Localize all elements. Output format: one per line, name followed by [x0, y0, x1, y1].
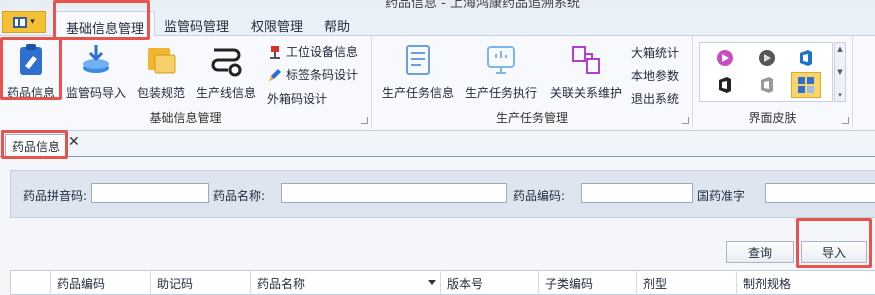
relation-maintenance-button[interactable]: 关联关系维护 [546, 40, 626, 101]
scroll-up-icon[interactable]: ▲ [837, 45, 842, 53]
skin-vs-purple[interactable] [714, 47, 736, 69]
packaging-spec-button[interactable]: 包装规范 [133, 40, 189, 101]
production-task-info-button[interactable]: 生产任务信息 [380, 40, 456, 101]
column-header-dosage-form[interactable]: 剂型 [637, 271, 737, 295]
label-barcode-design-label: 标签条码设计 [286, 68, 359, 82]
group-production-task: 生产任务信息 生产任务执行 关联关系维护 大箱统计 本地参数 退出系统 生产任务… [372, 36, 693, 129]
outer-box-code-design-button[interactable]: 外箱码设计 [267, 90, 327, 107]
large-box-stats-button[interactable]: 大箱统计 [631, 44, 679, 61]
ribbon-panel: 药品信息 监管码导入 包装规范 生产线信息 工位设备信息 标签条码设计 外箱码设… [0, 36, 875, 131]
column-header-subclass-code[interactable]: 子类编码 [539, 271, 637, 295]
local-params-button[interactable]: 本地参数 [631, 67, 679, 84]
group-production-task-label: 生产任务管理 [495, 111, 568, 125]
flag-icon [268, 45, 282, 59]
skin-office-black[interactable] [714, 74, 736, 96]
import-button[interactable]: 导入 [801, 241, 867, 263]
pen-icon [268, 68, 282, 82]
drug-name-input[interactable] [281, 183, 507, 203]
gallery-expand-icon[interactable]: ▾ [838, 91, 842, 99]
drug-code-label: 药品编码: [513, 189, 566, 203]
group-basic-info-label: 基础信息管理 [149, 111, 222, 125]
column-header-drug-name[interactable]: 药品名称 [251, 271, 441, 295]
drug-name-header-label: 药品名称 [257, 277, 306, 291]
query-button[interactable]: 查询 [726, 241, 794, 263]
drug-name-label: 药品名称: [213, 189, 266, 203]
group-basic-info: 药品信息 监管码导入 包装规范 生产线信息 工位设备信息 标签条码设计 外箱码设… [0, 36, 372, 129]
row-indicator-header [11, 271, 51, 295]
import-icon [78, 42, 114, 78]
drug-info-button[interactable]: 药品信息 [4, 40, 58, 101]
window-title: 药品信息 - 上海鸿康药品追溯系统 [385, 0, 580, 8]
production-line-label: 生产线信息 [195, 86, 256, 100]
task-list-icon [400, 42, 436, 78]
approval-number-label: 国药准字 [697, 189, 746, 203]
close-icon[interactable]: ✕ [68, 134, 80, 150]
relation-icon [568, 42, 604, 78]
pinyin-code-label: 药品拼音码: [23, 189, 88, 203]
pinyin-code-input[interactable] [91, 183, 209, 203]
chevron-down-icon: ▾ [30, 17, 35, 27]
approval-number-input[interactable] [765, 183, 875, 203]
doc-tab-drug-info[interactable]: 药品信息 [5, 134, 68, 158]
ribbon-tab-row: ▾ 基础信息管理 监管码管理 权限管理 帮助 [0, 8, 875, 44]
column-header-spec[interactable]: 制剂规格 [737, 271, 875, 295]
skin-gallery-scrollbar[interactable]: ▲ ▼ ▾ [834, 42, 846, 102]
production-line-icon [208, 42, 244, 78]
drug-grid-header: 药品编码 助记码 药品名称 版本号 子类编码 剂型 制剂规格 [10, 270, 875, 295]
app-menu-button[interactable]: ▾ [2, 11, 46, 33]
main-content: 药品拼音码: 药品名称: 药品编码: 国药准字 查询 导入 药品编码 助记码 药… [0, 157, 875, 295]
exit-system-button[interactable]: 退出系统 [631, 90, 679, 107]
production-task-exec-label: 生产任务执行 [464, 86, 537, 100]
packaging-spec-label: 包装规范 [136, 86, 185, 100]
column-header-drug-code[interactable]: 药品编码 [51, 271, 151, 295]
title-bar: 药品信息 - 上海鸿康药品追溯系统 [0, 0, 875, 8]
group-launcher-icon[interactable] [361, 117, 368, 124]
relation-maintenance-label: 关联关系维护 [549, 86, 622, 100]
column-header-mnemonic[interactable]: 助记码 [151, 271, 251, 295]
skin-metro-selected[interactable] [791, 72, 821, 98]
package-icon [143, 42, 179, 78]
skin-office-blue[interactable] [795, 47, 817, 69]
label-barcode-design-button[interactable]: 标签条码设计 [268, 66, 358, 83]
drug-code-input[interactable] [581, 183, 693, 203]
group-launcher-icon[interactable] [842, 117, 849, 124]
document-tab-strip: 药品信息 ✕ [0, 131, 875, 158]
monitor-icon [483, 42, 519, 78]
filter-panel: 药品拼音码: 药品名称: 药品编码: 国药准字 [10, 170, 875, 218]
production-task-exec-button[interactable]: 生产任务执行 [462, 40, 540, 101]
group-skin-label: 界面皮肤 [748, 111, 797, 125]
clipboard-icon [13, 42, 49, 78]
drug-info-label: 药品信息 [6, 86, 55, 100]
skin-office-silver[interactable] [756, 74, 778, 96]
tab-supervision-code[interactable]: 监管码管理 [164, 16, 229, 36]
group-launcher-icon[interactable] [682, 117, 689, 124]
column-header-version[interactable]: 版本号 [441, 271, 539, 295]
skin-vs-dark[interactable] [756, 47, 778, 69]
production-task-info-label: 生产任务信息 [381, 86, 454, 100]
skin-gallery [699, 42, 833, 102]
station-device-label: 工位设备信息 [286, 45, 359, 59]
code-import-button[interactable]: 监管码导入 [64, 40, 128, 101]
station-device-button[interactable]: 工位设备信息 [268, 43, 358, 60]
code-import-label: 监管码导入 [65, 86, 126, 100]
tab-permissions[interactable]: 权限管理 [251, 16, 303, 36]
sort-desc-icon [428, 280, 436, 285]
production-line-button[interactable]: 生产线信息 [193, 40, 259, 101]
app-menu-icon [13, 16, 28, 28]
scroll-down-icon[interactable]: ▼ [837, 68, 842, 76]
tab-help[interactable]: 帮助 [324, 16, 350, 36]
